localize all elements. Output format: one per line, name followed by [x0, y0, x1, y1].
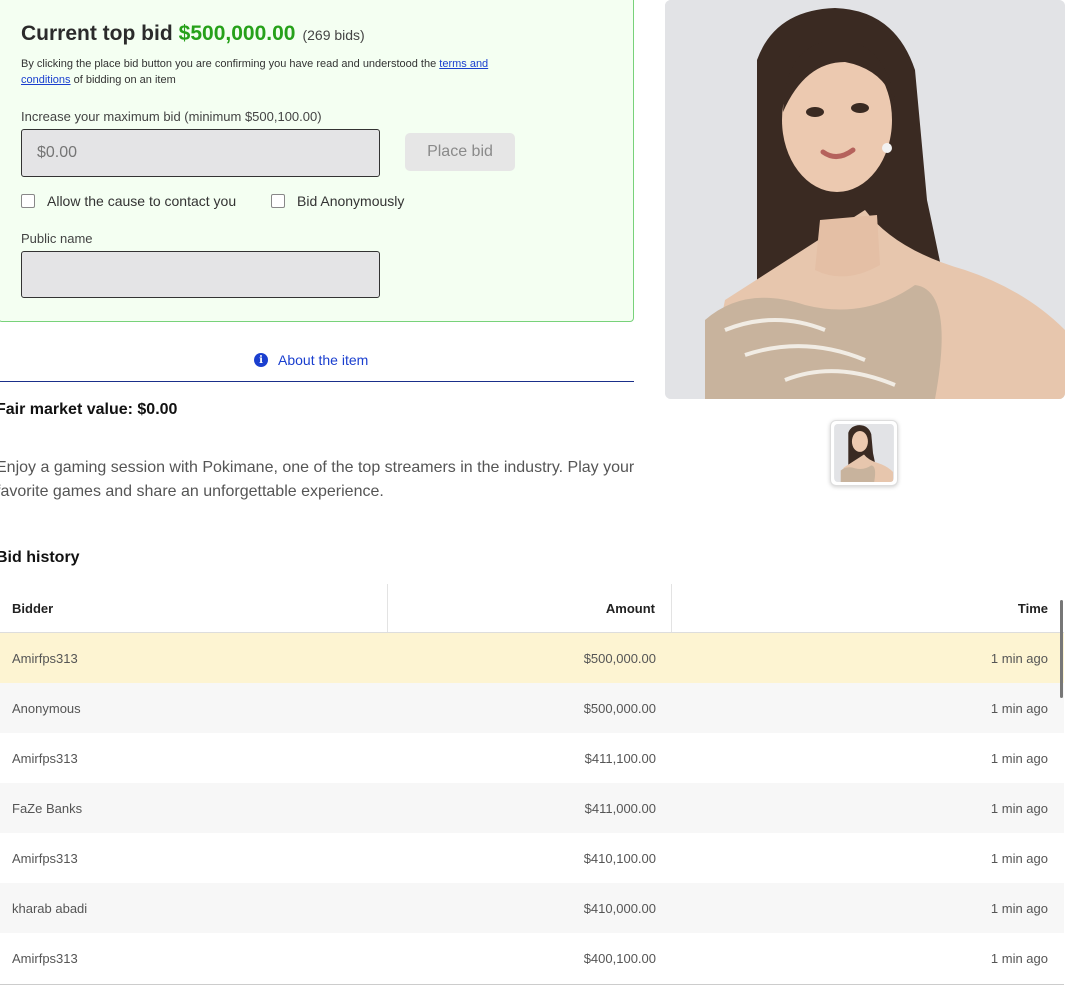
- bid-disclaimer: By clicking the place bid button you are…: [21, 58, 489, 86]
- amount-cell: $400,100.00: [583, 950, 656, 966]
- increase-bid-label: Increase your maximum bid (minimum $500,…: [21, 109, 322, 124]
- tab-about-item-label: About the item: [278, 352, 369, 368]
- contact-checkbox[interactable]: [21, 194, 35, 208]
- max-bid-input[interactable]: [21, 129, 380, 177]
- time-cell: 1 min ago: [990, 950, 1048, 966]
- item-photo[interactable]: [665, 0, 1065, 399]
- table-row: Amirfps313 $500,000.00 1 min ago: [0, 633, 1064, 683]
- table-row: Amirfps313 $411,100.00 1 min ago: [0, 733, 1064, 783]
- amount-cell: $500,000.00: [583, 650, 656, 666]
- table-row: FaZe Banks $411,000.00 1 min ago: [0, 783, 1064, 833]
- thumbnail-image: [834, 424, 894, 482]
- fair-market-value: Fair market value: $0.00: [0, 401, 178, 418]
- bid-count: (269 bids): [302, 27, 365, 43]
- table-row: Amirfps313 $400,100.00 1 min ago: [0, 933, 1064, 983]
- item-description: Enjoy a gaming session with Pokimane, on…: [0, 459, 635, 500]
- table-bottom-border: [0, 984, 1064, 985]
- anonymous-option[interactable]: Bid Anonymously: [271, 193, 404, 209]
- bidder-cell: Amirfps313: [12, 650, 78, 666]
- bidder-cell: kharab abadi: [12, 900, 88, 916]
- time-cell: 1 min ago: [990, 800, 1048, 816]
- amount-cell: $411,000.00: [584, 800, 656, 816]
- time-cell: 1 min ago: [990, 750, 1048, 766]
- amount-cell: $500,000.00: [583, 700, 656, 716]
- bidder-cell: Amirfps313: [12, 750, 78, 766]
- contact-option[interactable]: Allow the cause to contact you: [21, 193, 236, 209]
- time-cell: 1 min ago: [990, 850, 1048, 866]
- column-time[interactable]: Time: [672, 584, 1064, 632]
- bid-panel: Current top bid $500,000.00 (269 bids) B…: [0, 0, 634, 322]
- time-cell: 1 min ago: [990, 900, 1048, 916]
- bidder-cell: Amirfps313: [12, 850, 78, 866]
- column-amount[interactable]: Amount: [388, 584, 672, 632]
- table-body: Amirfps313 $500,000.00 1 min ago Anonymo…: [0, 633, 1064, 983]
- table-scrollbar[interactable]: [1060, 600, 1063, 698]
- info-icon: i: [254, 353, 268, 367]
- public-name-label: Public name: [21, 231, 93, 246]
- place-bid-button[interactable]: Place bid: [405, 133, 515, 171]
- amount-cell: $410,100.00: [583, 850, 656, 866]
- time-cell: 1 min ago: [990, 650, 1048, 666]
- public-name-input[interactable]: [21, 251, 380, 298]
- bid-history-table: Bidder Amount Time Amirfps313 $500,000.0…: [0, 584, 1064, 983]
- bidder-cell: Anonymous: [12, 700, 81, 716]
- anonymous-checkbox-label: Bid Anonymously: [297, 193, 405, 209]
- thumbnail-portrait: [834, 424, 894, 482]
- bidder-cell: Amirfps313: [12, 950, 78, 966]
- bid-history-heading: Bid history: [0, 549, 80, 566]
- time-cell: 1 min ago: [990, 700, 1048, 716]
- table-header: Bidder Amount Time: [0, 584, 1064, 633]
- table-row: Amirfps313 $410,100.00 1 min ago: [0, 833, 1064, 883]
- anonymous-checkbox[interactable]: [271, 194, 285, 208]
- amount-cell: $410,000.00: [583, 900, 656, 916]
- item-thumbnail[interactable]: [830, 420, 898, 486]
- table-row: kharab abadi $410,000.00 1 min ago: [0, 883, 1064, 933]
- tab-about-item[interactable]: i About the item: [0, 352, 634, 382]
- top-bid-amount: $500,000.00: [178, 22, 296, 45]
- contact-checkbox-label: Allow the cause to contact you: [47, 193, 237, 209]
- top-bid-label: Current top bid: [21, 22, 173, 45]
- amount-cell: $411,100.00: [584, 750, 656, 766]
- column-bidder[interactable]: Bidder: [0, 584, 388, 632]
- portrait-image: [665, 0, 1065, 399]
- table-row: Anonymous $500,000.00 1 min ago: [0, 683, 1064, 733]
- top-bid-heading: Current top bid $500,000.00 (269 bids): [21, 22, 365, 46]
- bidder-cell: FaZe Banks: [12, 800, 83, 816]
